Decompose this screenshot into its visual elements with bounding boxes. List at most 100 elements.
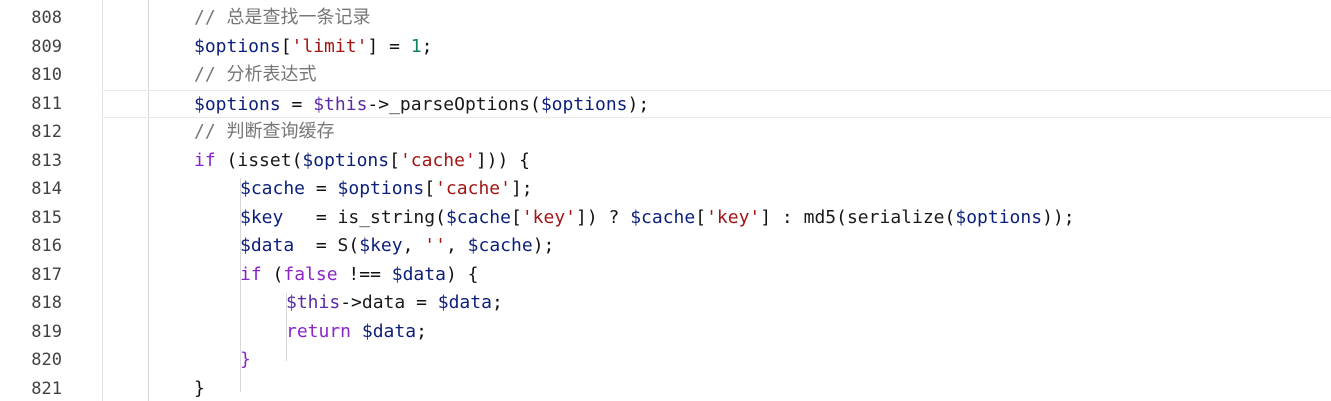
code-token: $options <box>337 178 425 199</box>
code-token: !== <box>337 263 392 285</box>
code-text: // 分析表达式 <box>194 61 317 90</box>
code-text: $options['limit'] = 1; <box>194 33 432 62</box>
code-token: $options <box>955 206 1043 228</box>
code-token: 'cache' <box>435 178 511 199</box>
code-text: $this->data = $data; <box>286 289 503 318</box>
code-token: $cache <box>630 206 696 228</box>
code-token: _parseOptions <box>389 93 530 115</box>
code-token: [ <box>280 35 292 57</box>
code-token: , <box>445 235 468 256</box>
code-token: -> <box>340 292 362 313</box>
code-token: ); <box>627 93 650 115</box>
code-line[interactable]: $this->data = $data; <box>103 289 1331 318</box>
code-token: [ <box>424 178 436 199</box>
code-line[interactable]: if (false !== $data) { <box>103 261 1331 290</box>
code-token: , <box>402 235 425 256</box>
code-token: $key <box>240 206 284 228</box>
code-text: if (isset($options['cache'])) { <box>194 147 530 176</box>
code-token: $data <box>240 235 295 256</box>
code-area[interactable]: // 总是查找一条记录 $options['limit'] = 1;// 分析表达… <box>103 0 1331 401</box>
code-token: ( <box>529 93 541 115</box>
code-token: $data <box>361 320 417 342</box>
code-token: -> <box>367 93 390 115</box>
line-number: 819 <box>31 321 62 342</box>
line-number: 816 <box>31 236 62 256</box>
code-token: is_string <box>337 206 436 228</box>
code-token: $options <box>194 35 281 57</box>
code-token: false <box>283 263 338 285</box>
code-text: $options = $this->_parseOptions($options… <box>194 91 649 120</box>
code-text: $data = S($key, '', $cache); <box>240 232 554 261</box>
line-number-gutter: 808 809 810 811 812 813 814 815 816 817 818 819 820 8… <box>0 0 103 401</box>
code-token: '' <box>424 235 446 256</box>
code-token: // 判断查询缓存 <box>194 121 335 142</box>
line-number: 821 <box>31 378 62 399</box>
code-token: $options <box>194 93 281 115</box>
code-token: data <box>361 292 406 313</box>
line-number: 815 <box>31 207 62 228</box>
code-token: $data <box>391 263 446 285</box>
code-token: ( <box>435 206 446 228</box>
code-text: if (false !== $data) { <box>240 261 478 290</box>
code-token: = <box>280 93 314 115</box>
code-token: isset <box>237 149 292 171</box>
code-token: ( <box>944 206 956 228</box>
code-token: $options <box>540 93 628 115</box>
code-line[interactable]: } <box>103 375 1331 401</box>
code-token: $data <box>437 292 492 313</box>
code-line[interactable]: $options['limit'] = 1; <box>103 33 1331 62</box>
code-line[interactable]: return $data; <box>103 318 1331 347</box>
code-token: 1 <box>410 35 422 57</box>
code-line[interactable]: $cache = $options['cache']; <box>103 175 1331 204</box>
code-line[interactable]: // 分析表达式 <box>103 61 1331 90</box>
code-token: [ <box>510 206 522 228</box>
line-number: 809 <box>31 36 62 57</box>
line-number: 814 <box>31 179 62 199</box>
code-token: 'key' <box>521 206 576 228</box>
code-token: ]; <box>510 178 533 199</box>
code-editor[interactable]: 808 809 810 811 812 813 814 815 816 817 818 819 820 8… <box>0 0 1331 401</box>
code-line[interactable]: if (isset($options['cache'])) { <box>103 147 1331 176</box>
code-token: ( <box>215 149 238 171</box>
code-token: 'cache' <box>399 149 476 171</box>
code-token: S <box>337 235 349 256</box>
code-token: if <box>240 263 262 285</box>
code-token: = <box>294 235 338 256</box>
code-token: ] : <box>760 206 804 228</box>
code-token: ]) ? <box>576 206 631 228</box>
code-token: return <box>286 320 352 342</box>
code-token: $options <box>302 149 390 171</box>
code-line[interactable]: $data = S($key, '', $cache); <box>103 232 1331 261</box>
code-token: = <box>305 178 338 199</box>
line-number: 811 <box>31 93 62 114</box>
code-token: if <box>194 149 216 171</box>
code-token: // 总是查找一条记录 <box>194 7 371 28</box>
code-token: ; <box>421 35 433 57</box>
code-token: $this <box>286 292 341 313</box>
code-line[interactable]: // 总是查找一条记录 <box>103 4 1331 33</box>
line-number: 810 <box>31 65 62 85</box>
code-token: )); <box>1042 206 1075 228</box>
code-token: 'limit' <box>291 35 368 57</box>
code-token: [ <box>695 206 707 228</box>
code-line[interactable]: } <box>103 346 1331 375</box>
code-token: = <box>405 292 438 313</box>
code-text: // 总是查找一条记录 <box>194 4 371 33</box>
code-text: // 判断查询缓存 <box>194 118 335 147</box>
code-token: } <box>240 349 251 370</box>
code-line[interactable]: // 判断查询缓存 <box>103 118 1331 147</box>
code-token: ])) { <box>475 149 530 171</box>
code-token: ( <box>836 206 847 228</box>
current-code-line[interactable]: $options = $this->_parseOptions($options… <box>103 89 1331 120</box>
code-token: ( <box>291 149 303 171</box>
code-token: ; <box>491 292 503 313</box>
code-token: $cache <box>240 178 306 199</box>
code-token: ); <box>532 235 555 256</box>
code-token: 'key' <box>706 206 761 228</box>
code-line[interactable]: $key = is_string($cache['key']) ? $cache… <box>103 204 1331 233</box>
code-token: $cache <box>445 206 511 228</box>
line-number: 817 <box>31 264 62 285</box>
code-token: $key <box>359 235 403 256</box>
code-text: } <box>194 375 205 401</box>
